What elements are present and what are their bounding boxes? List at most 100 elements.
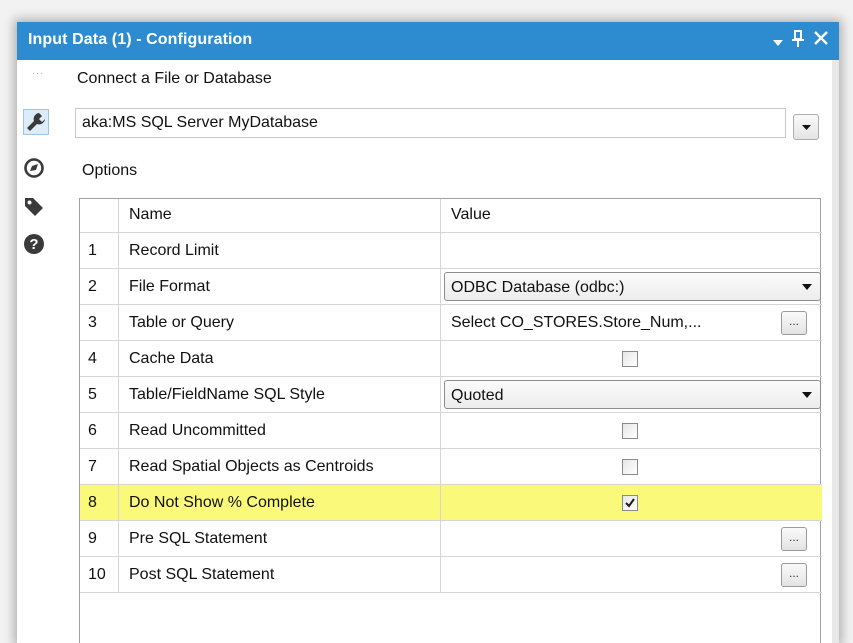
row-value-cell[interactable]: [441, 449, 821, 484]
row-number: 7: [88, 458, 97, 475]
ellipsis-button[interactable]: ...: [781, 527, 807, 551]
options-grid: Name Value 1 Record Limit 2 File Format ODBC…: [79, 198, 822, 643]
option-name: Table or Query: [129, 314, 234, 331]
row-num-cell: 8: [80, 485, 119, 520]
options-label: Options: [82, 162, 138, 179]
row-value-cell[interactable]: ...: [441, 521, 821, 556]
row-value-cell[interactable]: Quoted: [441, 377, 821, 412]
row-num-cell: 10: [80, 557, 119, 592]
help-icon[interactable]: ?: [23, 233, 45, 255]
row-num-cell: 7: [80, 449, 119, 484]
row-value-cell[interactable]: [441, 413, 821, 448]
connect-label: Connect a File or Database: [77, 70, 272, 87]
table-row[interactable]: 4 Cache Data: [80, 341, 822, 377]
grid-header: Name Value: [80, 199, 822, 233]
option-name: Record Limit: [129, 242, 219, 259]
row-number: 9: [88, 530, 97, 547]
row-name-cell: Pre SQL Statement: [119, 521, 441, 556]
option-select[interactable]: ODBC Database (odbc:): [444, 272, 821, 301]
configuration-window: Input Data (1) - Configuration ··· ? Con…: [17, 22, 839, 643]
option-name: Read Spatial Objects as Centroids: [129, 458, 374, 475]
table-row[interactable]: 6 Read Uncommitted: [80, 413, 822, 449]
table-row[interactable]: 2 File Format ODBC Database (odbc:): [80, 269, 822, 305]
row-number: 3: [88, 314, 97, 331]
row-num-cell: 1: [80, 233, 119, 268]
row-num-cell: 3: [80, 305, 119, 340]
option-name: Table/FieldName SQL Style: [129, 386, 325, 403]
row-value-cell[interactable]: [441, 341, 821, 376]
option-checkbox[interactable]: [622, 351, 638, 367]
row-num-cell: 2: [80, 269, 119, 304]
header-value: Value: [451, 206, 491, 223]
table-row[interactable]: 9 Pre SQL Statement...: [80, 521, 822, 557]
table-row[interactable]: 10 Post SQL Statement...: [80, 557, 822, 593]
option-name: Do Not Show % Complete: [129, 494, 315, 511]
row-number: 4: [88, 350, 97, 367]
option-name: File Format: [129, 278, 210, 295]
ellipsis-button[interactable]: ...: [781, 563, 807, 587]
vertical-scrollbar[interactable]: [832, 60, 839, 643]
row-value-cell[interactable]: ...: [441, 557, 821, 592]
option-checkbox[interactable]: [622, 495, 638, 511]
ellipsis-button[interactable]: ...: [781, 311, 807, 335]
chevron-down-icon: [802, 392, 812, 398]
table-row[interactable]: 5 Table/FieldName SQL Style Quoted: [80, 377, 822, 413]
row-number: 8: [88, 494, 97, 511]
header-value-cell: Value: [441, 199, 821, 232]
chevron-down-icon: [802, 284, 812, 290]
option-checkbox[interactable]: [622, 423, 638, 439]
query-text: Select CO_STORES.Store_Num,...: [451, 314, 702, 331]
select-value: ODBC Database (odbc:): [451, 279, 625, 296]
table-row[interactable]: 8 Do Not Show % Complete: [80, 485, 822, 521]
pin-icon[interactable]: [791, 29, 805, 54]
option-select[interactable]: Quoted: [444, 380, 821, 409]
connection-dropdown-button[interactable]: [793, 114, 819, 140]
table-row[interactable]: 3 Table or Query Select CO_STORES.Store_Nu…: [80, 305, 822, 341]
svg-text:?: ?: [29, 236, 38, 253]
row-name-cell: Record Limit: [119, 233, 441, 268]
header-name: Name: [129, 206, 172, 223]
row-number: 6: [88, 422, 97, 439]
row-name-cell: Table/FieldName SQL Style: [119, 377, 441, 412]
row-number: 2: [88, 278, 97, 295]
row-num-cell: 9: [80, 521, 119, 556]
title-bar: Input Data (1) - Configuration: [17, 22, 839, 60]
connection-input[interactable]: aka:MS SQL Server MyDatabase: [75, 108, 786, 138]
option-name: Cache Data: [129, 350, 214, 367]
option-name: Post SQL Statement: [129, 566, 275, 583]
row-number: 10: [88, 566, 106, 583]
window-title: Input Data (1) - Configuration: [28, 31, 253, 48]
row-name-cell: Cache Data: [119, 341, 441, 376]
close-icon[interactable]: [813, 30, 829, 51]
checkmark-icon: [625, 498, 635, 508]
table-row[interactable]: 7 Read Spatial Objects as Centroids: [80, 449, 822, 485]
header-num-cell: [80, 199, 119, 232]
row-number: 5: [88, 386, 97, 403]
row-number: 1: [88, 242, 97, 259]
compass-icon[interactable]: [23, 157, 45, 179]
row-num-cell: 6: [80, 413, 119, 448]
row-name-cell: Read Uncommitted: [119, 413, 441, 448]
row-value-cell[interactable]: ODBC Database (odbc:): [441, 269, 821, 304]
row-value-cell[interactable]: [441, 233, 821, 268]
option-name: Read Uncommitted: [129, 422, 266, 439]
tag-icon[interactable]: [23, 195, 45, 217]
row-name-cell: Do Not Show % Complete: [119, 485, 441, 520]
option-name: Pre SQL Statement: [129, 530, 268, 547]
row-value-cell[interactable]: Select CO_STORES.Store_Num,......: [441, 305, 821, 340]
row-value-cell[interactable]: [441, 485, 821, 520]
row-name-cell: File Format: [119, 269, 441, 304]
row-name-cell: Read Spatial Objects as Centroids: [119, 449, 441, 484]
option-checkbox[interactable]: [622, 459, 638, 475]
header-name-cell: Name: [119, 199, 441, 232]
select-value: Quoted: [451, 387, 504, 404]
row-num-cell: 4: [80, 341, 119, 376]
grip-icon: ···: [32, 68, 44, 78]
row-num-cell: 5: [80, 377, 119, 412]
row-name-cell: Table or Query: [119, 305, 441, 340]
row-name-cell: Post SQL Statement: [119, 557, 441, 592]
sidebar: ··· ?: [17, 60, 65, 643]
table-row[interactable]: 1 Record Limit: [80, 233, 822, 269]
window-menu-dropdown-icon[interactable]: [773, 34, 783, 52]
wrench-icon[interactable]: [25, 111, 47, 133]
